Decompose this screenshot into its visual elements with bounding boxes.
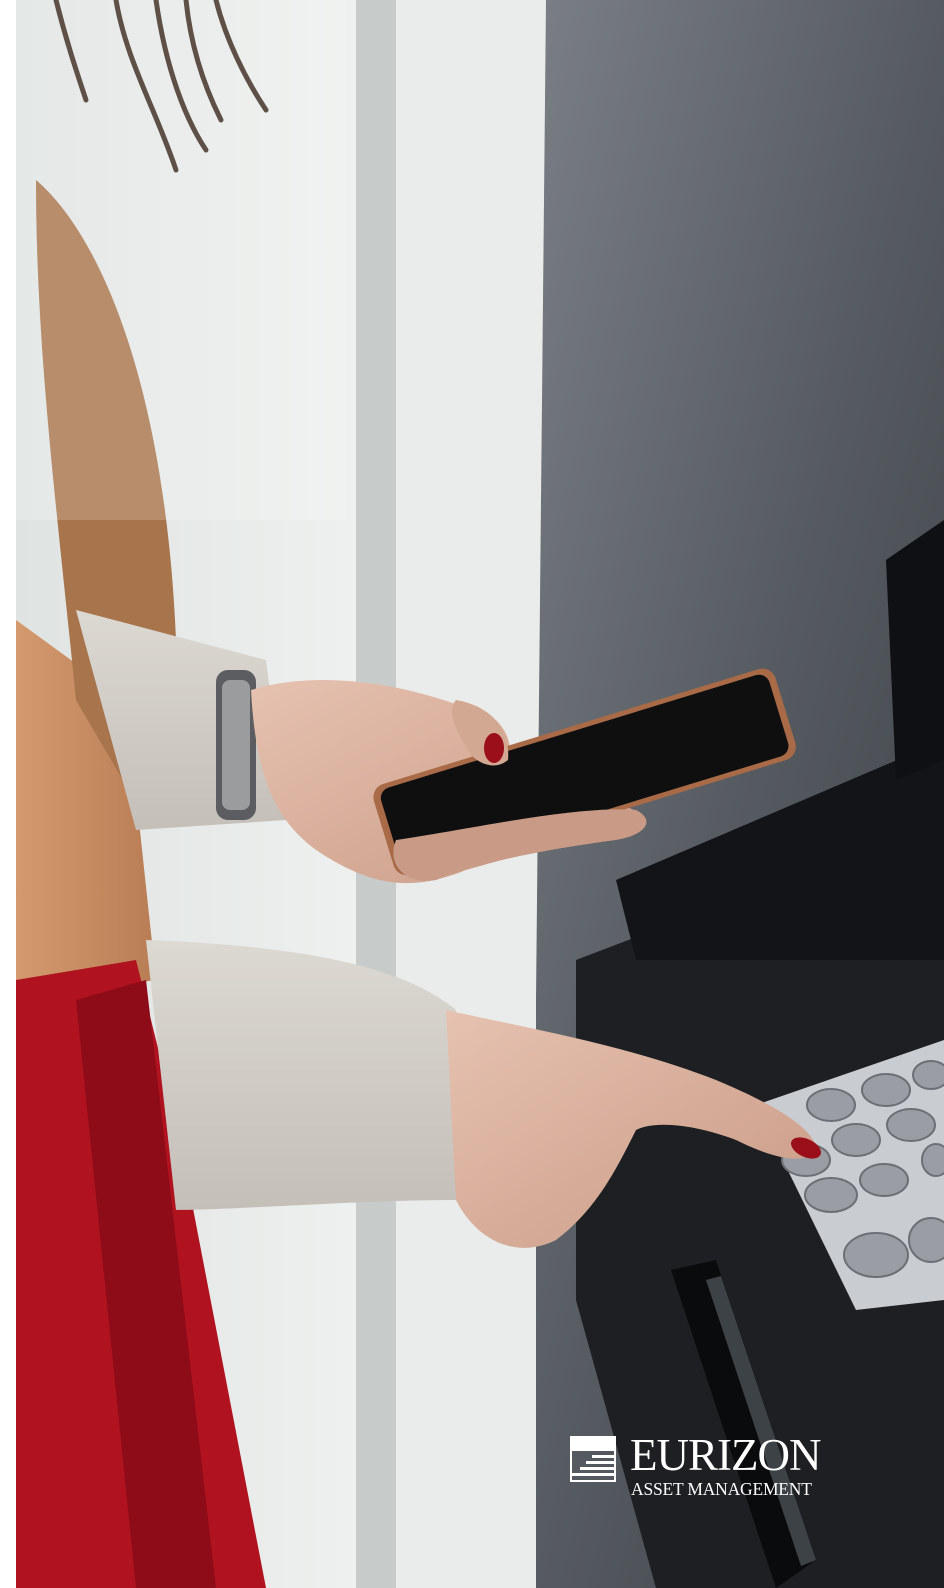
eurizon-logo: EURIZON ASSET MANAGEMENT — [570, 1432, 850, 1502]
page: EURIZON ASSET MANAGEMENT — [0, 0, 944, 1588]
atm-photo — [16, 0, 944, 1588]
brand-tagline: ASSET MANAGEMENT — [631, 1479, 812, 1499]
eurizon-logo-mark-icon — [570, 1436, 616, 1482]
photo-illustration — [16, 0, 944, 1588]
brand-name: EURIZON — [630, 1430, 821, 1480]
